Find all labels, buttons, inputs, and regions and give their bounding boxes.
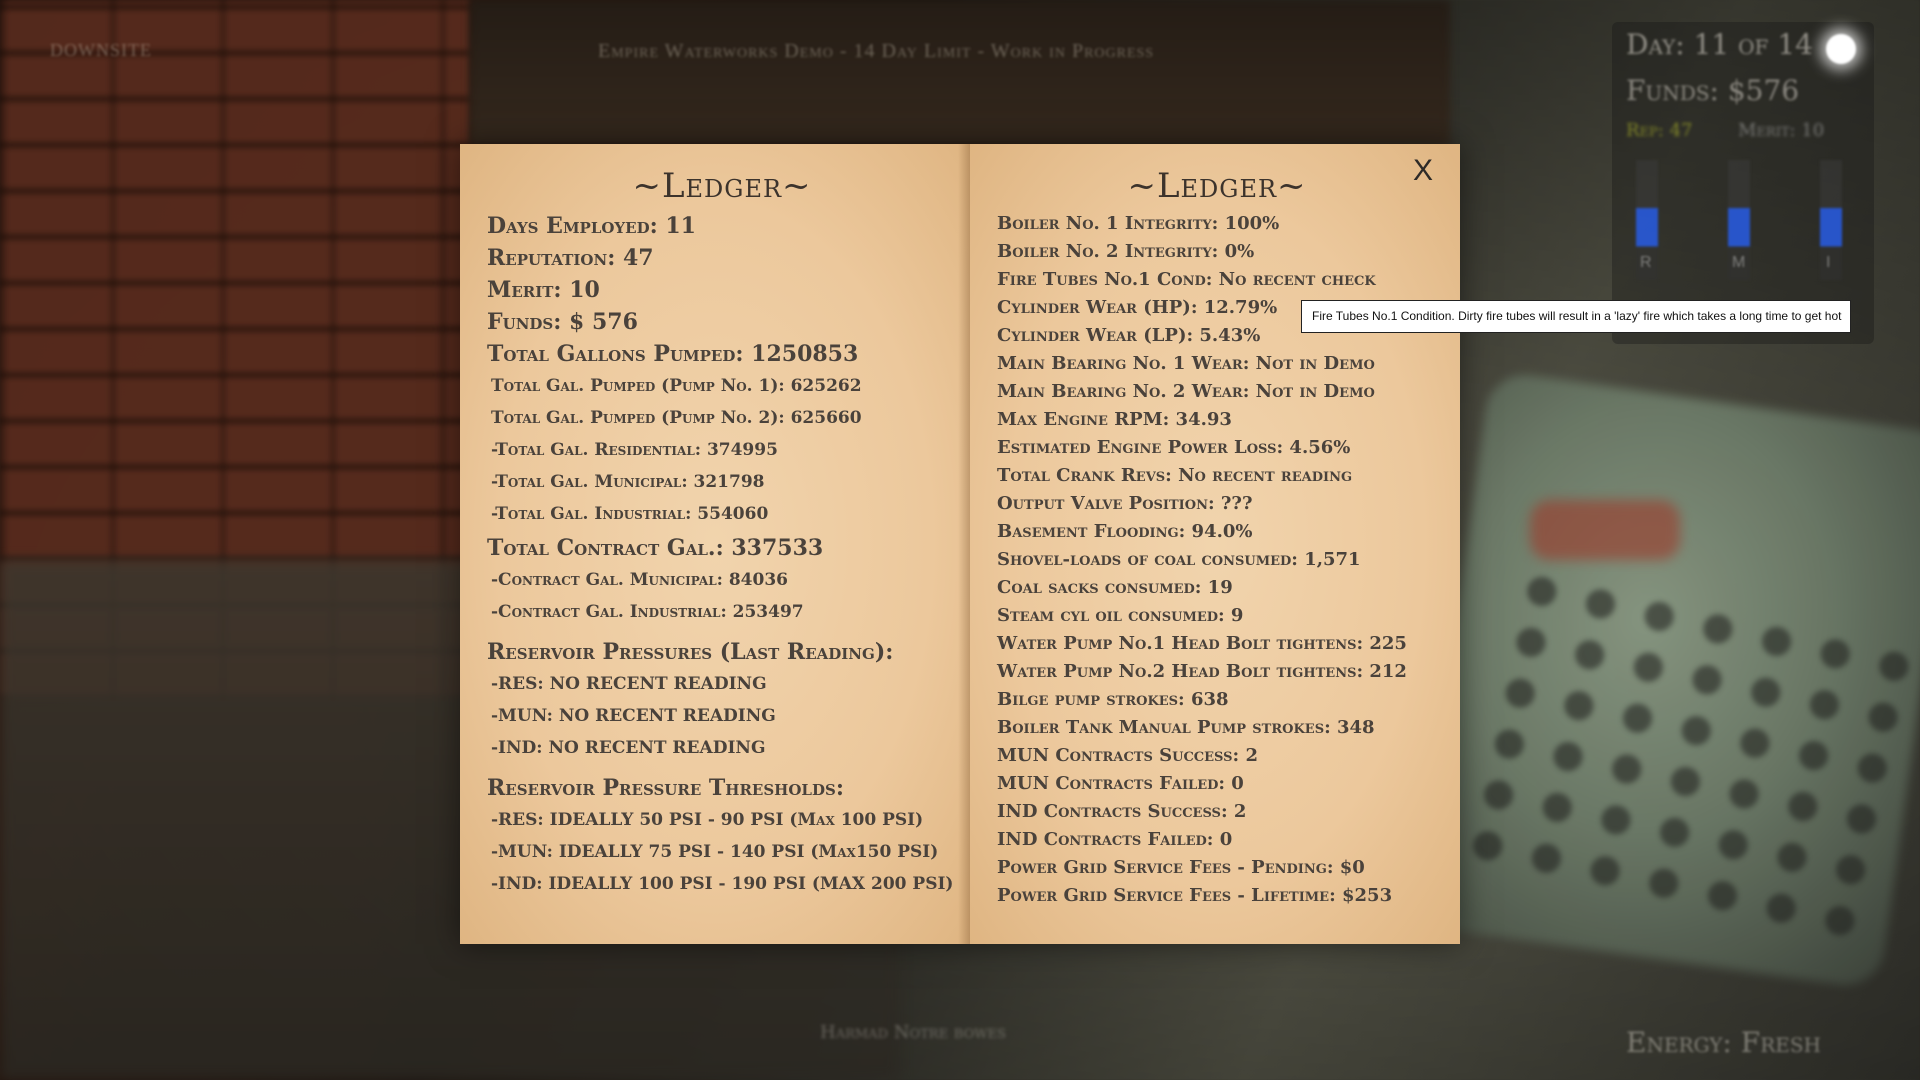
ledger-stat: IND Contracts Success: 2 (997, 801, 1247, 822)
hud-merit: Merit: 10 (1738, 120, 1825, 141)
total-gallons-pumped: Total Gallons Pumped: 1250853 (487, 341, 859, 367)
pressure-industrial: -IND: NO RECENT READING (491, 738, 766, 758)
ledger-stat: Total Crank Revs: No recent reading (997, 465, 1353, 486)
ledger-right-page: ~Ledger~ X Boiler No. 1 Integrity: 100% … (970, 144, 1460, 944)
ledger-stat: Main Bearing No. 1 Wear: Not in Demo (997, 353, 1375, 374)
ledger-right-title: ~Ledger~ (1127, 166, 1307, 206)
reputation: Reputation: 47 (487, 245, 654, 271)
ledger-stat: Power Grid Service Fees - Pending: $0 (997, 857, 1365, 878)
ledger-stat: Main Bearing No. 2 Wear: Not in Demo (997, 381, 1375, 402)
hud-gauge-industrial (1820, 160, 1842, 280)
ledger-left-title: ~Ledger~ (632, 166, 812, 206)
hud-bottom-hint: Harmad Notre bowes (820, 1022, 1007, 1043)
gallons-industrial: -Total Gal. Industrial: 554060 (491, 504, 769, 524)
threshold-residential: -RES: IDEALLY 50 PSI - 90 PSI (Max 100 P… (491, 810, 924, 830)
ledger-stat: MUN Contracts Success: 2 (997, 745, 1258, 766)
total-contract-gallons: Total Contract Gal.: 337533 (487, 535, 824, 561)
background-red-lamp (1530, 500, 1680, 560)
ledger-stat: Shovel-loads of coal consumed: 1,571 (997, 549, 1361, 570)
hud-demo-banner: Empire Waterworks Demo - 14 Day Limit - … (598, 40, 1155, 62)
pressure-municipal: -MUN: NO RECENT READING (491, 706, 776, 726)
gallons-pump-2: Total Gal. Pumped (Pump No. 2): 625660 (491, 408, 862, 428)
ledger-stat: MUN Contracts Failed: 0 (997, 773, 1244, 794)
hud-gauge-label-residential: R (1640, 254, 1652, 271)
ledger-stat: Boiler No. 1 Integrity: 100% (997, 213, 1280, 234)
ledger-stat: Boiler No. 2 Integrity: 0% (997, 241, 1255, 262)
close-button[interactable]: X (1408, 154, 1438, 188)
fire-tubes-condition[interactable]: Fire Tubes No.1 Cond: No recent check (997, 266, 1460, 294)
contract-gallons-industrial: -Contract Gal. Industrial: 253497 (491, 602, 804, 622)
hud-gauge-label-industrial: I (1826, 254, 1831, 271)
hud-reputation: Rep: 47 (1626, 120, 1693, 141)
contract-gallons-municipal: -Contract Gal. Municipal: 84036 (491, 570, 788, 590)
reservoir-pressures-heading: Reservoir Pressures (Last Reading): (487, 639, 894, 665)
ledger-stat: Basement Flooding: 94.0% (997, 521, 1253, 542)
ledger-book: ~Ledger~ Days Employed: 11 Reputation: 4… (460, 144, 1460, 944)
hud-top-left-label: DOWNSITE (50, 40, 152, 60)
pressure-thresholds-heading: Reservoir Pressure Thresholds: (487, 775, 844, 801)
threshold-municipal: -MUN: IDEALLY 75 PSI - 140 PSI (Max150 P… (491, 842, 939, 862)
hud-day-counter: Day: 11 of 14 (1626, 28, 1813, 61)
pressure-residential: -RES: NO RECENT READING (491, 674, 767, 694)
gallons-pump-1: Total Gal. Pumped (Pump No. 1): 625262 (491, 376, 862, 396)
ledger-stat: Max Engine RPM: 34.93 (997, 409, 1232, 430)
merit: Merit: 10 (487, 277, 600, 303)
ledger-stat: Steam cyl oil consumed: 9 (997, 605, 1244, 626)
ledger-stat: Output Valve Position: ??? (997, 493, 1253, 514)
ledger-left-page: ~Ledger~ Days Employed: 11 Reputation: 4… (460, 144, 970, 944)
hud-gauge-label-municipal: M (1732, 254, 1746, 271)
ledger-stat: Estimated Engine Power Loss: 4.56% (997, 437, 1351, 458)
threshold-industrial: -IND: IDEALLY 100 PSI - 190 PSI (MAX 200… (491, 874, 954, 894)
ledger-stat: Bilge pump strokes: 638 (997, 689, 1229, 710)
background-cabinet (470, 0, 1450, 145)
fire-tubes-tooltip: Fire Tubes No.1 Condition. Dirty fire tu… (1301, 300, 1851, 333)
days-employed: Days Employed: 11 (487, 213, 696, 239)
ledger-stat: IND Contracts Failed: 0 (997, 829, 1233, 850)
ledger-stat: Water Pump No.1 Head Bolt tightens: 225 (997, 633, 1407, 654)
funds: Funds: $ 576 (487, 309, 638, 335)
ledger-stat: Coal sacks consumed: 19 (997, 577, 1233, 598)
ledger-stat: Water Pump No.2 Head Bolt tightens: 212 (997, 661, 1407, 682)
sun-icon (1826, 34, 1856, 64)
ledger-stat: Power Grid Service Fees - Lifetime: $253 (997, 885, 1393, 906)
ledger-stat: Boiler Tank Manual Pump strokes: 348 (997, 717, 1375, 738)
hud-energy: Energy: Fresh (1626, 1026, 1821, 1059)
hud-funds: Funds: $576 (1626, 74, 1800, 107)
gallons-municipal: -Total Gal. Municipal: 321798 (491, 472, 765, 492)
gallons-residential: -Total Gal. Residential: 374995 (491, 440, 778, 460)
